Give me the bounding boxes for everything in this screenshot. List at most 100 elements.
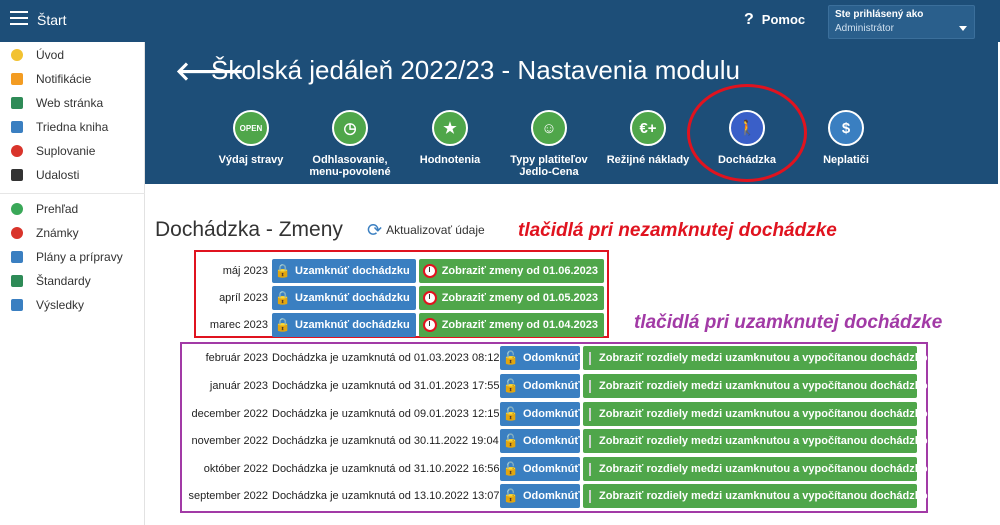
book-icon — [11, 121, 23, 133]
calendar-icon — [11, 169, 23, 181]
sidebar: Úvod Notifikácie Web stránka Triedna kniha S… — [0, 42, 145, 525]
question-icon: ? — [744, 11, 754, 28]
sidebar-item[interactable]: Triedna kniha — [0, 116, 145, 138]
clock-icon — [422, 264, 437, 278]
unlock-button-label: Odomknúť — [523, 463, 580, 475]
unlock-icon: 🔓 — [502, 488, 520, 503]
module-label: Dochádzka — [717, 154, 777, 166]
sidebar-item[interactable]: Web stránka — [0, 92, 145, 114]
unlock-icon: 🔓 — [502, 350, 520, 365]
open-sign-icon: OPEN — [233, 110, 269, 146]
unlock-icon: 🔓 — [502, 406, 520, 421]
lock-button-label: Uzamknúť dochádzku — [295, 265, 410, 277]
document-icon — [589, 379, 591, 393]
refresh-button[interactable]: ⟳ Aktualizovať údaje — [367, 220, 485, 241]
page-title: Školská jedáleň 2022/23 - Nastavenia mod… — [211, 55, 741, 85]
module-tile[interactable]: OPEN Výdaj stravy — [201, 110, 301, 166]
show-diff-button[interactable]: Zobraziť rozdiely medzi uzamknutou a vyp… — [583, 457, 934, 481]
locked-row: november 2022 Dochádzka je uzamknutá od 3… — [182, 429, 934, 453]
bar-chart-icon — [11, 299, 23, 311]
module-tile[interactable]: $ Neplatiči — [796, 110, 896, 166]
lock-attendance-button[interactable]: 🔒 Uzamknúť dochádzku — [272, 313, 416, 337]
show-changes-button[interactable]: Zobraziť zmeny od 01.04.2023 — [418, 313, 604, 337]
check-icon — [11, 203, 23, 215]
walking-icon: 🚶 — [729, 110, 765, 146]
sidebar-item[interactable]: Prehľad — [0, 198, 145, 220]
chevron-down-icon — [959, 26, 967, 31]
locked-row: september 2022 Dochádzka je uzamknutá od … — [182, 484, 934, 508]
briefcase-icon — [11, 251, 23, 263]
document-icon — [589, 407, 591, 421]
sidebar-item[interactable]: Štandardy — [0, 270, 145, 292]
person-icon — [11, 145, 23, 157]
show-changes-button[interactable]: Zobraziť zmeny od 01.05.2023 — [418, 286, 604, 310]
sidebar-item-label: Udalosti — [36, 168, 80, 182]
module-tile[interactable]: ☺ Typy platiteľov Jedlo-Cena — [499, 110, 599, 178]
lock-icon: 🔒 — [274, 263, 292, 278]
module-tile[interactable]: ★ Hodnotenia — [400, 110, 500, 166]
unlock-button[interactable]: 🔓 Odomknúť — [500, 402, 580, 426]
module-tile[interactable]: ◷ Odhlasovanie, menu-povolené — [300, 110, 400, 178]
sidebar-item[interactable]: Výsledky — [0, 294, 145, 316]
sidebar-item-label: Štandardy — [36, 274, 91, 288]
month-label: marec 2023 — [209, 319, 268, 331]
envelope-icon — [11, 73, 23, 85]
module-tile[interactable]: 🚶 Dochádzka — [697, 110, 797, 166]
unlocked-row: apríl 2023 🔒 Uzamknúť dochádzku Zobraziť zm… — [196, 286, 607, 310]
unlock-button[interactable]: 🔓 Odomknúť — [500, 374, 580, 398]
sidebar-item-label: Známky — [36, 226, 79, 240]
module-label: Neplatiči — [823, 154, 869, 166]
show-diff-button[interactable]: Zobraziť rozdiely medzi uzamknutou a vyp… — [583, 346, 934, 370]
unlock-button-label: Odomknúť — [523, 435, 580, 447]
sidebar-item-label: Triedna kniha — [36, 120, 109, 134]
locked-row: február 2023 Dochádzka je uzamknutá od 01… — [182, 346, 934, 370]
sidebar-item[interactable]: Úvod — [0, 44, 145, 66]
document-icon — [589, 462, 591, 476]
help-link[interactable]: ? Pomoc — [744, 11, 805, 29]
sidebar-item[interactable]: Známky — [0, 222, 145, 244]
star-icon: ★ — [432, 110, 468, 146]
start-label[interactable]: Štart — [37, 12, 67, 28]
annotation-locked: tlačidlá pri uzamknutej dochádzke — [634, 312, 943, 333]
show-diff-button[interactable]: Zobraziť rozdiely medzi uzamknutou a vyp… — [583, 374, 934, 398]
help-label: Pomoc — [761, 12, 806, 27]
locked-status: Dochádzka je uzamknutá od 31.01.2023 17:… — [272, 380, 500, 392]
user-dropdown[interactable]: Ste prihlásený ako Administrátor — [828, 5, 975, 39]
locked-status: Dochádzka je uzamknutá od 01.03.2023 08:… — [272, 352, 500, 364]
lock-attendance-button[interactable]: 🔒 Uzamknúť dochádzku — [272, 259, 416, 283]
sidebar-item-label: Notifikácie — [36, 72, 92, 86]
module-header: 🡐 Školská jedáleň 2022/23 - Nastavenia m… — [145, 42, 998, 184]
show-changes-label: Zobraziť zmeny od 01.06.2023 — [441, 265, 598, 277]
grade-icon — [11, 227, 23, 239]
euro-plus-icon: €+ — [630, 110, 666, 146]
locked-status: Dochádzka je uzamknutá od 31.10.2022 16:… — [272, 463, 500, 475]
sidebar-item[interactable]: Plány a prípravy — [0, 246, 145, 268]
annotation-unlocked: tlačidlá pri nezamknutej dochádzke — [518, 220, 837, 241]
show-changes-button[interactable]: Zobraziť zmeny od 01.06.2023 — [418, 259, 604, 283]
show-diff-button[interactable]: Zobraziť rozdiely medzi uzamknutou a vyp… — [583, 429, 934, 453]
month-label: apríl 2023 — [219, 292, 268, 304]
hamburger-menu-icon[interactable] — [10, 11, 28, 25]
clock-icon: ◷ — [332, 110, 368, 146]
unlock-button[interactable]: 🔓 Odomknúť — [500, 346, 580, 370]
lock-attendance-button[interactable]: 🔒 Uzamknúť dochádzku — [272, 286, 416, 310]
moneybag-icon: $ — [828, 110, 864, 146]
sidebar-item[interactable]: Udalosti — [0, 164, 145, 186]
show-diff-button[interactable]: Zobraziť rozdiely medzi uzamknutou a vyp… — [583, 484, 934, 508]
unlock-button-label: Odomknúť — [523, 380, 580, 392]
sidebar-item[interactable]: Suplovanie — [0, 140, 145, 162]
sidebar-item-label: Prehľad — [36, 202, 79, 216]
show-diff-label: Zobraziť rozdiely medzi uzamknutou a vyp… — [599, 380, 935, 392]
locked-status: Dochádzka je uzamknutá od 13.10.2022 13:… — [272, 490, 500, 502]
unlock-button[interactable]: 🔓 Odomknúť — [500, 457, 580, 481]
locked-row: október 2022 Dochádzka je uzamknutá od 31… — [182, 457, 934, 481]
unlock-button-label: Odomknúť — [523, 490, 580, 502]
show-diff-button[interactable]: Zobraziť rozdiely medzi uzamknutou a vyp… — [583, 402, 934, 426]
sidebar-item-label: Úvod — [36, 48, 65, 62]
sidebar-item-label: Výsledky — [36, 298, 85, 312]
sidebar-item[interactable]: Notifikácie — [0, 68, 145, 90]
unlock-button[interactable]: 🔓 Odomknúť — [500, 429, 580, 453]
star-icon — [11, 49, 23, 61]
module-tile[interactable]: €+ Režijné náklady — [598, 110, 698, 166]
unlock-button[interactable]: 🔓 Odomknúť — [500, 484, 580, 508]
